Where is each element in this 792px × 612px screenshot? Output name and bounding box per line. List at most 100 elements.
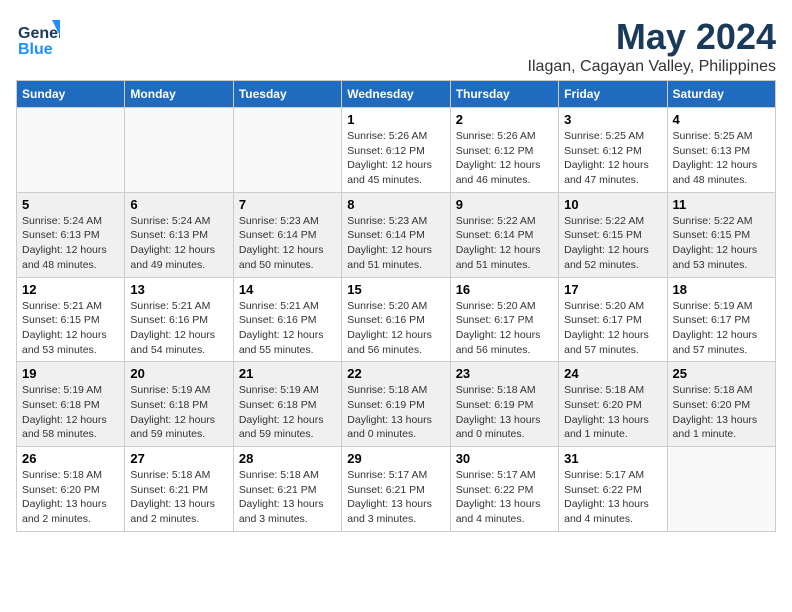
- cell-info-text: Sunrise: 5:25 AM Sunset: 6:12 PM Dayligh…: [564, 129, 661, 188]
- cell-day-number: 29: [347, 451, 444, 466]
- calendar-cell: 2 Sunrise: 5:26 AM Sunset: 6:12 PM Daylig…: [450, 108, 558, 193]
- cell-info-text: Sunrise: 5:17 AM Sunset: 6:22 PM Dayligh…: [564, 468, 661, 527]
- calendar-week-row: 1 Sunrise: 5:26 AM Sunset: 6:12 PM Daylig…: [17, 108, 776, 193]
- calendar-cell: 21Sunrise: 5:19 AM Sunset: 6:18 PM Dayli…: [233, 362, 341, 447]
- calendar-cell: 24 Sunrise: 5:18 AM Sunset: 6:20 PM Dayli…: [559, 362, 667, 447]
- calendar-cell: [233, 108, 341, 193]
- svg-text:Blue: Blue: [18, 41, 53, 58]
- calendar-cell: 25Sunrise: 5:18 AM Sunset: 6:20 PM Dayli…: [667, 362, 775, 447]
- cell-day-number: 23: [456, 366, 553, 381]
- cell-day-number: 16: [456, 282, 553, 297]
- cell-info-text: Sunrise: 5:17 AM Sunset: 6:22 PM Dayligh…: [456, 468, 553, 527]
- cell-info-text: Sunrise: 5:18 AM Sunset: 6:21 PM Dayligh…: [239, 468, 336, 527]
- cell-day-number: 6: [130, 197, 227, 212]
- cell-day-number: 7: [239, 197, 336, 212]
- calendar-cell: 11 Sunrise: 5:22 AM Sunset: 6:15 PM Dayli…: [667, 192, 775, 277]
- cell-day-number: 17: [564, 282, 661, 297]
- calendar-cell: 15 Sunrise: 5:20 AM Sunset: 6:16 PM Dayli…: [342, 277, 450, 362]
- calendar-cell: 27 Sunrise: 5:18 AM Sunset: 6:21 PM Dayli…: [125, 447, 233, 532]
- calendar-cell: [17, 108, 125, 193]
- page-header: General Blue May 2024 Ilagan, Cagayan Va…: [16, 16, 776, 76]
- cell-info-text: Sunrise: 5:19 AM Sunset: 6:17 PM Dayligh…: [673, 299, 770, 358]
- weekday-header-monday: Monday: [125, 81, 233, 108]
- cell-info-text: Sunrise: 5:19 AM Sunset: 6:18 PM Dayligh…: [22, 383, 119, 442]
- cell-info-text: Sunrise: 5:26 AM Sunset: 6:12 PM Dayligh…: [456, 129, 553, 188]
- cell-day-number: 18: [673, 282, 770, 297]
- cell-day-number: 3: [564, 112, 661, 127]
- calendar-cell: 23 Sunrise: 5:18 AM Sunset: 6:19 PM Dayli…: [450, 362, 558, 447]
- cell-day-number: 11: [673, 197, 770, 212]
- calendar-cell: 12 Sunrise: 5:21 AM Sunset: 6:15 PM Dayli…: [17, 277, 125, 362]
- calendar-cell: 5 Sunrise: 5:24 AM Sunset: 6:13 PM Daylig…: [17, 192, 125, 277]
- calendar-cell: [125, 108, 233, 193]
- cell-info-text: Sunrise: 5:25 AM Sunset: 6:13 PM Dayligh…: [673, 129, 770, 188]
- cell-day-number: 22: [347, 366, 444, 381]
- calendar-cell: 14Sunrise: 5:21 AM Sunset: 6:16 PM Dayli…: [233, 277, 341, 362]
- calendar-cell: 10 Sunrise: 5:22 AM Sunset: 6:15 PM Dayli…: [559, 192, 667, 277]
- cell-day-number: 31: [564, 451, 661, 466]
- logo-icon: General Blue: [16, 16, 60, 60]
- cell-info-text: Sunrise: 5:23 AM Sunset: 6:14 PM Dayligh…: [347, 214, 444, 273]
- cell-info-text: Sunrise: 5:18 AM Sunset: 6:20 PM Dayligh…: [564, 383, 661, 442]
- cell-info-text: Sunrise: 5:20 AM Sunset: 6:17 PM Dayligh…: [564, 299, 661, 358]
- weekday-header-friday: Friday: [559, 81, 667, 108]
- calendar-week-row: 19 Sunrise: 5:19 AM Sunset: 6:18 PM Dayli…: [17, 362, 776, 447]
- calendar-cell: 31 Sunrise: 5:17 AM Sunset: 6:22 PM Dayli…: [559, 447, 667, 532]
- cell-info-text: Sunrise: 5:18 AM Sunset: 6:20 PM Dayligh…: [22, 468, 119, 527]
- calendar-cell: 19 Sunrise: 5:19 AM Sunset: 6:18 PM Dayli…: [17, 362, 125, 447]
- cell-day-number: 19: [22, 366, 119, 381]
- calendar-cell: 8 Sunrise: 5:23 AM Sunset: 6:14 PM Daylig…: [342, 192, 450, 277]
- calendar-cell: 13Sunrise: 5:21 AM Sunset: 6:16 PM Dayli…: [125, 277, 233, 362]
- cell-day-number: 2: [456, 112, 553, 127]
- cell-info-text: Sunrise: 5:22 AM Sunset: 6:15 PM Dayligh…: [564, 214, 661, 273]
- cell-day-number: 5: [22, 197, 119, 212]
- cell-day-number: 30: [456, 451, 553, 466]
- calendar-cell: 18 Sunrise: 5:19 AM Sunset: 6:17 PM Dayli…: [667, 277, 775, 362]
- cell-info-text: Sunrise: 5:18 AM Sunset: 6:19 PM Dayligh…: [456, 383, 553, 442]
- cell-day-number: 1: [347, 112, 444, 127]
- calendar-week-row: 12 Sunrise: 5:21 AM Sunset: 6:15 PM Dayli…: [17, 277, 776, 362]
- title-block: May 2024 Ilagan, Cagayan Valley, Philipp…: [528, 16, 776, 76]
- cell-day-number: 28: [239, 451, 336, 466]
- cell-info-text: Sunrise: 5:20 AM Sunset: 6:17 PM Dayligh…: [456, 299, 553, 358]
- cell-day-number: 26: [22, 451, 119, 466]
- calendar-cell: 29 Sunrise: 5:17 AM Sunset: 6:21 PM Dayli…: [342, 447, 450, 532]
- calendar-cell: 22 Sunrise: 5:18 AM Sunset: 6:19 PM Dayli…: [342, 362, 450, 447]
- calendar-cell: 28 Sunrise: 5:18 AM Sunset: 6:21 PM Dayli…: [233, 447, 341, 532]
- cell-day-number: 8: [347, 197, 444, 212]
- cell-info-text: Sunrise: 5:18 AM Sunset: 6:19 PM Dayligh…: [347, 383, 444, 442]
- cell-day-number: 27: [130, 451, 227, 466]
- cell-day-number: 20: [130, 366, 227, 381]
- cell-day-number: 9: [456, 197, 553, 212]
- cell-day-number: 15: [347, 282, 444, 297]
- cell-day-number: 10: [564, 197, 661, 212]
- calendar-cell: 6 Sunrise: 5:24 AM Sunset: 6:13 PM Daylig…: [125, 192, 233, 277]
- cell-day-number: 24: [564, 366, 661, 381]
- cell-day-number: 4: [673, 112, 770, 127]
- cell-day-number: 13: [130, 282, 227, 297]
- calendar-table: SundayMondayTuesdayWednesdayThursdayFrid…: [16, 80, 776, 532]
- calendar-cell: 7Sunrise: 5:23 AM Sunset: 6:14 PM Daylig…: [233, 192, 341, 277]
- calendar-cell: 1 Sunrise: 5:26 AM Sunset: 6:12 PM Daylig…: [342, 108, 450, 193]
- calendar-cell: 3 Sunrise: 5:25 AM Sunset: 6:12 PM Daylig…: [559, 108, 667, 193]
- cell-info-text: Sunrise: 5:26 AM Sunset: 6:12 PM Dayligh…: [347, 129, 444, 188]
- cell-info-text: Sunrise: 5:18 AM Sunset: 6:21 PM Dayligh…: [130, 468, 227, 527]
- calendar-body: 1 Sunrise: 5:26 AM Sunset: 6:12 PM Daylig…: [17, 108, 776, 532]
- logo: General Blue: [16, 16, 60, 60]
- cell-info-text: Sunrise: 5:22 AM Sunset: 6:14 PM Dayligh…: [456, 214, 553, 273]
- cell-day-number: 12: [22, 282, 119, 297]
- cell-info-text: Sunrise: 5:20 AM Sunset: 6:16 PM Dayligh…: [347, 299, 444, 358]
- cell-info-text: Sunrise: 5:21 AM Sunset: 6:15 PM Dayligh…: [22, 299, 119, 358]
- cell-info-text: Sunrise: 5:24 AM Sunset: 6:13 PM Dayligh…: [130, 214, 227, 273]
- calendar-cell: 4 Sunrise: 5:25 AM Sunset: 6:13 PM Daylig…: [667, 108, 775, 193]
- cell-info-text: Sunrise: 5:21 AM Sunset: 6:16 PM Dayligh…: [239, 299, 336, 358]
- cell-info-text: Sunrise: 5:24 AM Sunset: 6:13 PM Dayligh…: [22, 214, 119, 273]
- calendar-cell: 20 Sunrise: 5:19 AM Sunset: 6:18 PM Dayli…: [125, 362, 233, 447]
- cell-day-number: 25: [673, 366, 770, 381]
- calendar-week-row: 26 Sunrise: 5:18 AM Sunset: 6:20 PM Dayli…: [17, 447, 776, 532]
- cell-info-text: Sunrise: 5:22 AM Sunset: 6:15 PM Dayligh…: [673, 214, 770, 273]
- calendar-week-row: 5 Sunrise: 5:24 AM Sunset: 6:13 PM Daylig…: [17, 192, 776, 277]
- calendar-cell: 17 Sunrise: 5:20 AM Sunset: 6:17 PM Dayli…: [559, 277, 667, 362]
- cell-info-text: Sunrise: 5:17 AM Sunset: 6:21 PM Dayligh…: [347, 468, 444, 527]
- cell-info-text: Sunrise: 5:19 AM Sunset: 6:18 PM Dayligh…: [130, 383, 227, 442]
